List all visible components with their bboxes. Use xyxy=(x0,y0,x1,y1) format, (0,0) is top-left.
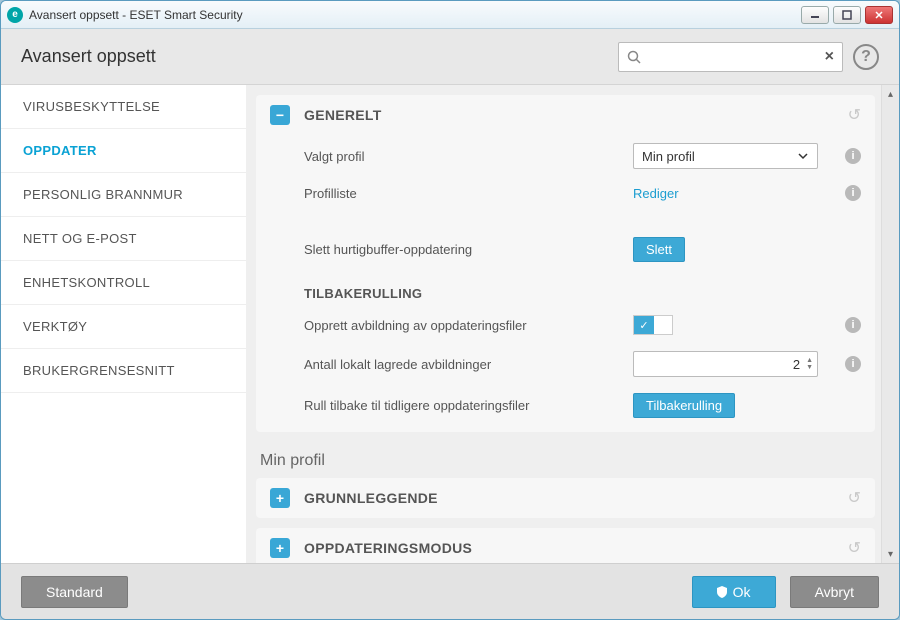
clear-cache-button[interactable]: Slett xyxy=(633,237,685,262)
link-edit-profiles[interactable]: Rediger xyxy=(633,186,679,201)
toggle-create-snapshot[interactable]: ✓ xyxy=(633,315,673,335)
scroll-down-icon[interactable]: ▾ xyxy=(882,545,899,563)
sidebar-item-firewall[interactable]: PERSONLIG BRANNMUR xyxy=(1,173,246,217)
ok-label: Ok xyxy=(733,584,751,600)
default-button[interactable]: Standard xyxy=(21,576,128,608)
sidebar-item-devicecontrol[interactable]: ENHETSKONTROLL xyxy=(1,261,246,305)
panel-title-update-mode: OPPDATERINGSMODUS xyxy=(304,540,472,556)
page-title: Avansert oppsett xyxy=(21,46,156,67)
search-icon xyxy=(627,50,641,64)
window-title: Avansert oppsett - ESET Smart Security xyxy=(29,8,243,22)
panel-general: − GENERELT ↺ Valgt profil Min profil i xyxy=(256,95,875,432)
rollback-button[interactable]: Tilbakerulling xyxy=(633,393,735,418)
sidebar-item-web-email[interactable]: NETT OG E-POST xyxy=(1,217,246,261)
search-input[interactable] xyxy=(647,49,825,64)
check-icon: ✓ xyxy=(634,316,654,334)
reset-icon[interactable]: ↺ xyxy=(848,105,861,125)
clear-search-icon[interactable]: × xyxy=(825,48,834,66)
chevron-down-icon xyxy=(797,150,809,162)
label-profile-list: Profilliste xyxy=(304,186,357,201)
info-icon[interactable]: i xyxy=(845,356,861,372)
ok-button[interactable]: Ok xyxy=(692,576,776,608)
reset-icon[interactable]: ↺ xyxy=(848,538,861,558)
label-create-snapshot: Opprett avbildning av oppdateringsfiler xyxy=(304,318,527,333)
reset-icon[interactable]: ↺ xyxy=(848,488,861,508)
sidebar-item-virusprotection[interactable]: VIRUSBESKYTTELSE xyxy=(1,85,246,129)
expand-icon[interactable]: + xyxy=(270,488,290,508)
header: Avansert oppsett × ? xyxy=(1,29,899,85)
info-icon[interactable]: i xyxy=(845,148,861,164)
subheader-rollback: TILBAKERULLING xyxy=(256,270,875,307)
close-button[interactable] xyxy=(865,6,893,24)
sidebar: VIRUSBESKYTTELSE OPPDATER PERSONLIG BRAN… xyxy=(1,85,246,563)
maximize-button[interactable] xyxy=(833,6,861,24)
window-controls xyxy=(801,6,893,24)
sidebar-item-ui[interactable]: BRUKERGRENSESNITT xyxy=(1,349,246,393)
info-icon[interactable]: i xyxy=(845,185,861,201)
scroll-up-icon[interactable]: ▴ xyxy=(882,85,899,103)
collapse-icon[interactable]: − xyxy=(270,105,290,125)
label-rollback: Rull tilbake til tidligere oppdateringsf… xyxy=(304,398,529,413)
search-box[interactable]: × xyxy=(618,42,843,72)
select-profile-value: Min profil xyxy=(642,149,695,164)
app-window: e Avansert oppsett - ESET Smart Security… xyxy=(0,0,900,620)
footer: Standard Ok Avbryt xyxy=(1,563,899,619)
label-clear-cache: Slett hurtigbuffer-oppdatering xyxy=(304,242,472,257)
info-icon[interactable]: i xyxy=(845,317,861,333)
panel-update-mode: + OPPDATERINGSMODUS ↺ xyxy=(256,528,875,563)
cancel-button[interactable]: Avbryt xyxy=(790,576,879,608)
shield-icon xyxy=(717,586,727,598)
expand-icon[interactable]: + xyxy=(270,538,290,558)
panel-basic: + GRUNNLEGGENDE ↺ xyxy=(256,478,875,518)
stepper-arrows-icon[interactable]: ▲▼ xyxy=(806,357,813,371)
help-button[interactable]: ? xyxy=(853,44,879,70)
maximize-icon xyxy=(842,10,852,20)
panel-title-basic: GRUNNLEGGENDE xyxy=(304,490,438,506)
sidebar-item-update[interactable]: OPPDATER xyxy=(1,129,246,173)
minimize-icon xyxy=(810,10,820,20)
sidebar-item-tools[interactable]: VERKTØY xyxy=(1,305,246,349)
panel-title-general: GENERELT xyxy=(304,107,382,123)
content: − GENERELT ↺ Valgt profil Min profil i xyxy=(246,85,881,563)
app-icon: e xyxy=(7,7,23,23)
minimize-button[interactable] xyxy=(801,6,829,24)
snapshot-count-stepper[interactable]: 2 ▲▼ xyxy=(633,351,818,377)
close-icon xyxy=(874,10,884,20)
label-snapshot-count: Antall lokalt lagrede avbildninger xyxy=(304,357,491,372)
label-selected-profile: Valgt profil xyxy=(304,149,364,164)
profile-section-title: Min profil xyxy=(256,442,875,478)
scrollbar[interactable]: ▴ ▾ xyxy=(881,85,899,563)
snapshot-count-value: 2 xyxy=(793,357,800,372)
titlebar: e Avansert oppsett - ESET Smart Security xyxy=(1,1,899,29)
select-profile[interactable]: Min profil xyxy=(633,143,818,169)
